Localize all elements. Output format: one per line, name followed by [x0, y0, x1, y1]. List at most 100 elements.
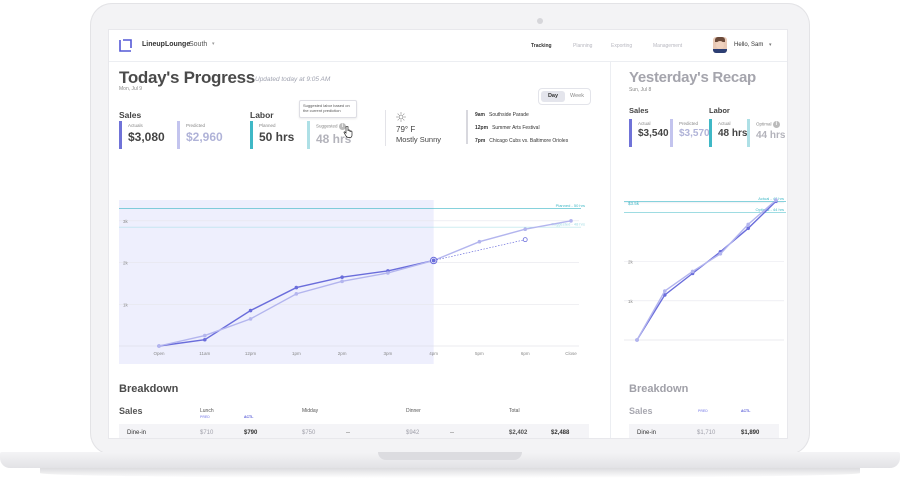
- event-item: 9am Southside Parade: [475, 112, 529, 118]
- data-point: [635, 338, 639, 342]
- x-tick-label: 6pm: [521, 351, 530, 356]
- sales-actuals: Actuals $3,080: [119, 121, 165, 149]
- recap-breakdown-title: Breakdown: [629, 383, 689, 395]
- recap-labor-actual-label: Actual: [718, 121, 731, 126]
- reference-label: Planned - 50 hrs: [556, 203, 585, 208]
- sales-predicted-value: $2,960: [186, 130, 223, 144]
- recap-col-pred: PRED: [698, 409, 708, 413]
- data-point: [386, 271, 390, 275]
- x-tick-label: 3pm: [384, 351, 393, 356]
- weather-condition: Mostly Sunny: [396, 135, 442, 144]
- data-point: [718, 251, 723, 256]
- day-button[interactable]: Day: [541, 91, 565, 102]
- data-point: [202, 337, 207, 342]
- data-point: [340, 279, 344, 284]
- x-tick-label: 1pm: [292, 351, 301, 356]
- recap-sales-heading: Sales: [629, 106, 649, 115]
- labor-planned: Planned 50 hrs: [250, 121, 294, 149]
- events-bar: [466, 110, 468, 144]
- data-point: [774, 198, 778, 202]
- col-midday: Midday: [302, 408, 319, 414]
- x-tick-label: 5pm: [475, 351, 484, 356]
- location-selector[interactable]: South: [189, 41, 207, 48]
- data-point: [202, 333, 207, 338]
- col-dinner: Dinner: [406, 408, 421, 414]
- dinner-actl: --: [450, 430, 454, 436]
- x-tick-label: Close: [565, 351, 577, 356]
- col-lunch: Lunch: [200, 408, 214, 414]
- x-tick-label: 11am: [199, 351, 210, 356]
- recap-sales-predicted: Predicted $3,570: [670, 119, 710, 147]
- today-sales-chart: 1k2k3kPlanned - 50 hrsSuggested - 48 hrs…: [119, 200, 585, 364]
- col-total: Total: [509, 408, 520, 414]
- lunch-pred: $710: [200, 430, 214, 436]
- data-point: [248, 317, 253, 321]
- breakdown-title: Breakdown: [119, 383, 179, 395]
- y-tick-label: 3k: [123, 219, 129, 224]
- data-point: [663, 289, 667, 293]
- data-point: [157, 344, 161, 348]
- col-actl: ACTL: [244, 415, 254, 419]
- panel-divider: [610, 62, 611, 438]
- midday-pred: $750: [302, 430, 316, 436]
- lunch-actl: $790: [244, 430, 258, 436]
- y-tick-label: 1k: [628, 299, 634, 304]
- labor-planned-label: Planned: [259, 123, 276, 128]
- series-line: [636, 200, 777, 341]
- data-point: [690, 269, 695, 274]
- y-tick-label: $3.5k: [628, 201, 640, 206]
- tab-planning[interactable]: Planning: [573, 43, 592, 49]
- recap-title: Yesterday's Recap: [629, 69, 756, 86]
- current-point-dot: [431, 258, 436, 263]
- y-tick-label: 1k: [123, 302, 129, 307]
- sun-icon: [396, 112, 406, 122]
- event-item: 12pm Summer Arts Festival: [475, 125, 540, 131]
- recap-date: Sun, Jul 8: [629, 87, 652, 93]
- updated-timestamp: Updated today at 9:05 AM: [255, 76, 331, 83]
- data-point: [522, 237, 528, 243]
- info-icon[interactable]: i: [772, 121, 780, 128]
- data-point: [477, 239, 482, 244]
- separator: [385, 110, 386, 146]
- row-label: Dine-in: [127, 430, 147, 436]
- midday-actl: --: [346, 430, 350, 436]
- chevron-down-icon[interactable]: ▾: [769, 42, 772, 48]
- total-actl: $2,488: [551, 430, 570, 436]
- recap-pred: $1,710: [697, 430, 716, 436]
- recap-col-actl: ACTL: [741, 409, 751, 413]
- brand-name: LineupLounge: [142, 41, 191, 48]
- recap-sales-actual-value: $3,540: [638, 128, 669, 139]
- y-tick-label: 2k: [628, 260, 634, 265]
- table-row[interactable]: Dine-in $710 $790 $750 -- $942 -- $2,402…: [119, 424, 589, 438]
- x-tick-label: 2pm: [338, 351, 347, 356]
- chevron-down-icon[interactable]: ▾: [212, 41, 215, 47]
- sales-predicted: Predicted $2,960: [177, 121, 223, 149]
- col-pred: PRED: [200, 415, 210, 419]
- recap-labor-optimal: Optimal i 44 hrs: [747, 119, 785, 147]
- recap-row-label: Dine-in: [637, 430, 657, 436]
- data-point: [746, 226, 750, 231]
- today-date: Mon, Jul 9: [119, 86, 143, 92]
- table-row[interactable]: Dine-in $1,710 $1,890: [629, 424, 779, 438]
- x-tick-label: Open: [153, 351, 165, 356]
- recap-labor-actual-value: 48 hrs: [718, 128, 748, 139]
- data-point: [523, 227, 528, 231]
- recap-labor-optimal-value: 44 hrs: [756, 130, 786, 141]
- breakdown-sales-heading: Sales: [119, 406, 143, 416]
- recap-sales-chart: 1k2k$3.5kActual - 48 hrsOptimal - 44 hrs…: [624, 196, 786, 342]
- recap-labor-actual: Actual 48 hrs: [709, 119, 747, 147]
- event-item: 7pm Chicago Cubs vs. Baltimore Orioles: [475, 138, 569, 144]
- week-button[interactable]: Week: [565, 91, 589, 102]
- sales-actuals-value: $3,080: [128, 130, 165, 144]
- recap-labor-optimal-label: Optimal i: [756, 121, 785, 128]
- recap-labor-heading: Labor: [709, 106, 730, 115]
- tab-exporting[interactable]: Exporting: [611, 43, 632, 49]
- avatar[interactable]: [713, 37, 727, 53]
- user-greeting[interactable]: Hello, Sam: [734, 42, 763, 48]
- temperature: 79° F: [396, 125, 416, 134]
- data-point: [294, 292, 299, 296]
- y-tick-label: 2k: [123, 261, 129, 266]
- tab-tracking[interactable]: Tracking: [531, 43, 552, 49]
- tab-management[interactable]: Management: [653, 43, 682, 49]
- x-tick-label: 4pm: [429, 351, 438, 356]
